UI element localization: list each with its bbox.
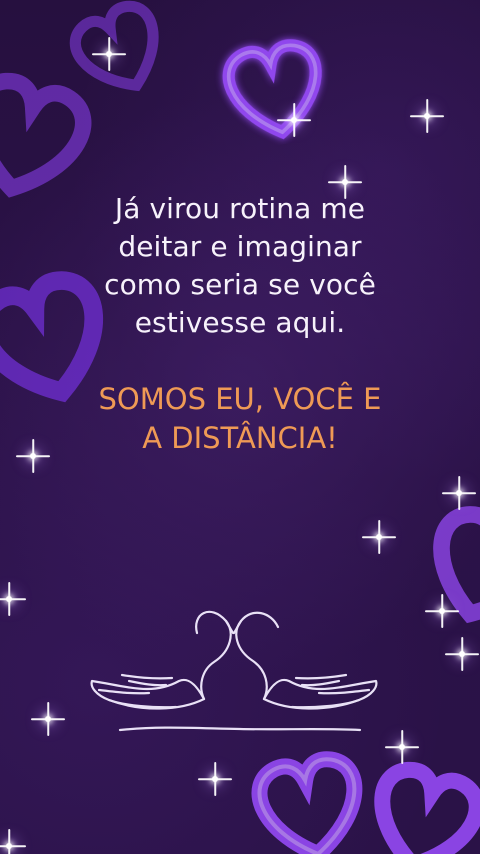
swan-pair-icon xyxy=(90,610,378,732)
background: Já virou rotina me deitar e imaginar com… xyxy=(0,0,480,854)
